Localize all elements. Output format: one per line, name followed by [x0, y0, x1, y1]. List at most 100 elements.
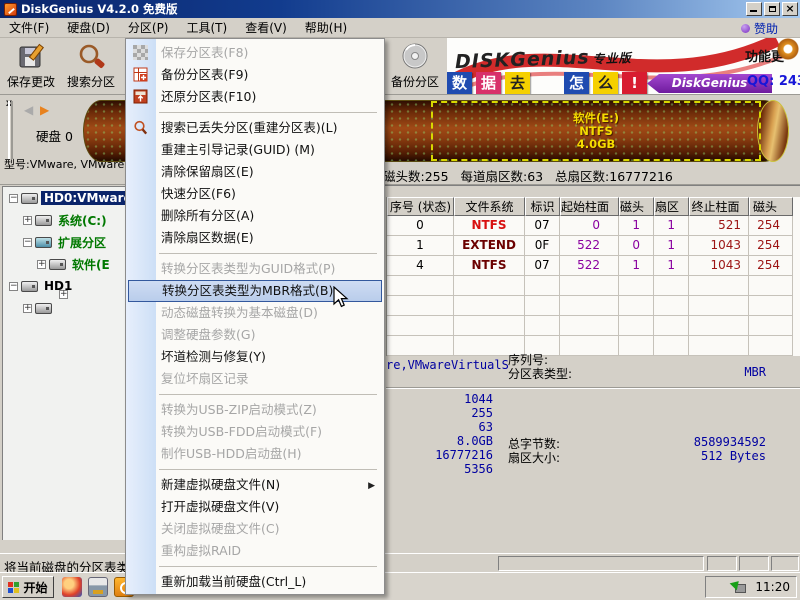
restore-icon: [769, 6, 776, 12]
expander-icon[interactable]: +: [59, 290, 68, 299]
tree-item[interactable]: + 软件(E: [3, 253, 128, 275]
backup-partition-button[interactable]: 备份分区: [386, 40, 444, 92]
menubar-item-5[interactable]: 帮助(H): [296, 17, 356, 38]
menu-item[interactable]: 保存分区表(F8): [126, 42, 384, 64]
sponsor-link[interactable]: 赞助: [741, 20, 778, 37]
menu-item[interactable]: 调整硬盘参数(G): [126, 324, 384, 346]
detail-value: 8.0GB: [386, 434, 493, 448]
minimize-button[interactable]: [746, 2, 762, 16]
taskbar: 开始 11:20: [0, 572, 800, 600]
close-button[interactable]: ×: [782, 2, 798, 16]
partition-table-type-value: MBR: [600, 365, 766, 379]
menu-item-label: 快速分区(F6): [161, 186, 236, 201]
system-tray: 11:20: [705, 576, 797, 598]
menubar-item-3[interactable]: 工具(T): [178, 17, 237, 38]
ad-tile: 么: [593, 72, 618, 94]
menu-separator: [126, 562, 384, 571]
tree-item[interactable]: +: [3, 297, 128, 319]
ad-tile: 据: [476, 72, 501, 94]
tree-item-label: 软件(E: [69, 256, 113, 273]
nav-forward-icon[interactable]: ▶: [40, 103, 49, 117]
menu-item[interactable]: 坏道检测与修复(Y): [126, 346, 384, 368]
screen: DiskGenius V4.2.0 免费版 × 文件(F)硬盘(D)分区(P)工…: [0, 0, 800, 600]
expander-icon[interactable]: −: [9, 194, 18, 203]
status-panel: [707, 556, 737, 571]
segment-partition-name: 软件(E:): [573, 112, 619, 125]
menu-item[interactable]: 重新加载当前硬盘(Ctrl_L): [126, 571, 384, 593]
menu-item-label: 重建主引导记录(GUID) (M): [161, 142, 315, 157]
ad-qq-text: QQ: 243: [747, 74, 800, 89]
menu-item[interactable]: 复位坏扇区记录: [126, 368, 384, 390]
drive-icon: [21, 281, 38, 292]
menu-item-label: 备份分区表(F9): [161, 67, 248, 82]
sponsor-dot-icon: [741, 24, 750, 33]
menubar-items: 文件(F)硬盘(D)分区(P)工具(T)查看(V)帮助(H): [0, 17, 356, 38]
backup-icon: [400, 42, 430, 72]
restore-button[interactable]: [764, 2, 780, 16]
statusbar: 将当前磁盘的分区表类: [0, 553, 800, 572]
menu-item[interactable]: 转换为USB-ZIP启动模式(Z): [126, 399, 384, 421]
menu-item[interactable]: 快速分区(F6): [126, 183, 384, 205]
menubar-item-0[interactable]: 文件(F): [0, 17, 58, 38]
app-icon: [4, 3, 17, 16]
start-button[interactable]: 开始: [2, 576, 54, 598]
search-partition-button[interactable]: 搜索分区: [62, 40, 120, 92]
menubar-item-2[interactable]: 分区(P): [119, 17, 178, 38]
search-icon: [76, 42, 106, 72]
disk-label: 硬盘 0: [36, 126, 73, 145]
tree-item[interactable]: + 系统(C:): [3, 209, 128, 231]
expander-icon[interactable]: −: [9, 282, 18, 291]
menu-item[interactable]: 关闭虚拟硬盘文件(C): [126, 518, 384, 540]
search-partition-label: 搜索分区: [67, 73, 115, 90]
menu-item[interactable]: 打开虚拟硬盘文件(V): [126, 496, 384, 518]
menu-item[interactable]: 删除所有分区(A): [126, 205, 384, 227]
menu-item[interactable]: 备份分区表(F9): [126, 64, 384, 86]
ad-banner[interactable]: DISKGenius专业版 数据去怎么! DiskGenius 功能更 QQ: …: [447, 38, 800, 94]
menu-item-label: 重构虚拟RAID: [161, 543, 241, 558]
detail-value: 1044: [386, 392, 493, 406]
panel-splitter[interactable]: [8, 101, 13, 159]
disk-info-line: 磁头数:255 每道扇区数:63 总扇区数:16777216: [383, 166, 673, 185]
menu-item[interactable]: 制作USB-HDD启动盘(H): [126, 443, 384, 465]
menu-item-label: 制作USB-HDD启动盘(H): [161, 446, 301, 461]
menu-item[interactable]: 还原分区表(F10): [126, 86, 384, 108]
menu-item-label: 关闭虚拟硬盘文件(C): [161, 521, 279, 536]
menu-separator: [126, 249, 384, 258]
expander-icon[interactable]: +: [23, 304, 32, 313]
menu-item[interactable]: 搜索已丢失分区(重建分区表)(L): [126, 117, 384, 139]
nav-back-icon[interactable]: ◀: [24, 103, 33, 117]
menubar-item-1[interactable]: 硬盘(D): [58, 17, 119, 38]
segment-partition-size: 4.0GB: [577, 138, 616, 151]
expander-icon[interactable]: +: [37, 260, 46, 269]
safely-remove-icon[interactable]: [731, 580, 747, 594]
menu-item[interactable]: 清除扇区数据(E): [126, 227, 384, 249]
expander-icon[interactable]: −: [23, 238, 32, 247]
menu-item-label: 动态磁盘转换为基本磁盘(D): [161, 305, 318, 320]
drive-icon: [35, 303, 52, 314]
menu-item[interactable]: 重构虚拟RAID: [126, 540, 384, 562]
details-separator: [386, 387, 800, 389]
taskbar-clock: 11:20: [755, 580, 790, 594]
menu-item[interactable]: 清除保留扇区(E): [126, 161, 384, 183]
backup-table-icon: [133, 67, 149, 83]
menu-item[interactable]: 转换为USB-FDD启动模式(F): [126, 421, 384, 443]
quicklaunch-printer-icon[interactable]: [88, 577, 108, 597]
tree-item[interactable]: −HD0:VMware,: [3, 187, 128, 209]
menu-item-label: 清除保留扇区(E): [161, 164, 254, 179]
tree-item[interactable]: −扩展分区: [3, 231, 128, 253]
menu-item-label: 打开虚拟硬盘文件(V): [161, 499, 279, 514]
menubar-item-4[interactable]: 查看(V): [236, 17, 296, 38]
detail-value: 255: [386, 406, 493, 420]
menu-item[interactable]: 重建主引导记录(GUID) (M): [126, 139, 384, 161]
menu-item[interactable]: 转换分区表类型为GUID格式(P): [126, 258, 384, 280]
partition-segment[interactable]: 软件(E:) NTFS 4.0GB: [431, 101, 761, 161]
save-changes-button[interactable]: 保存更改: [2, 40, 60, 92]
ad-edition: 专业版: [592, 51, 631, 66]
tree-item-label: 系统(C:): [55, 212, 110, 229]
menu-item-label: 新建虚拟硬盘文件(N): [161, 477, 280, 492]
menu-item[interactable]: 新建虚拟硬盘文件(N)▶: [126, 474, 384, 496]
quicklaunch-icon-1[interactable]: [62, 577, 82, 597]
expander-icon[interactable]: +: [23, 216, 32, 225]
sector-size-value: 512 Bytes: [600, 449, 766, 463]
ad-tile: 数: [447, 72, 472, 94]
